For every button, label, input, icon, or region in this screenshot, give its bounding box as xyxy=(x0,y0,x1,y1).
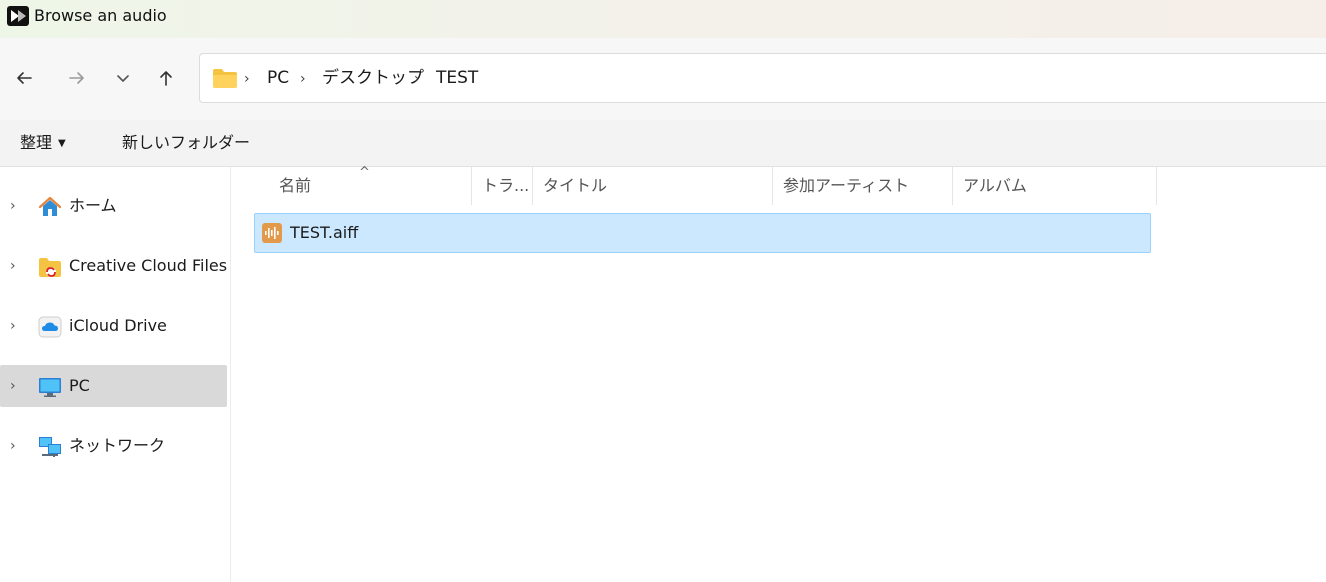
sort-ascending-icon: ^ xyxy=(359,165,370,180)
organize-button[interactable]: 整理 ▼ xyxy=(20,132,66,157)
column-header-label: アルバム xyxy=(963,176,1027,195)
address-bar[interactable]: › PC › デスクトップ › TEST xyxy=(199,53,1326,103)
forward-icon xyxy=(69,72,84,84)
sidebar-item-pc[interactable]: › PC xyxy=(0,365,227,407)
breadcrumb-item-desktop[interactable]: デスクトップ xyxy=(322,67,424,89)
window-title: Browse an audio xyxy=(34,6,167,25)
back-icon xyxy=(17,72,32,84)
expand-chevron-icon[interactable]: › xyxy=(10,315,22,337)
expand-chevron-icon[interactable]: › xyxy=(10,255,22,277)
sidebar-item-network[interactable]: › ネットワーク xyxy=(0,425,227,467)
up-button[interactable] xyxy=(153,65,179,91)
creative-cloud-folder-icon xyxy=(39,258,61,277)
expand-chevron-icon[interactable]: › xyxy=(10,195,22,217)
file-name: TEST.aiff xyxy=(290,223,359,242)
expand-chevron-icon[interactable]: › xyxy=(10,435,22,457)
breadcrumb-separator: › xyxy=(244,71,250,87)
navigation-bar: › PC › デスクトップ › TEST xyxy=(0,38,1326,120)
file-list: 名前 ^ トラ... タイトル 参加アーティスト アルバム TEST.aiff xyxy=(231,165,1326,582)
sidebar-item-label: PC xyxy=(69,376,90,395)
back-button[interactable] xyxy=(11,65,37,91)
home-icon xyxy=(38,196,62,216)
sidebar-item-label: Creative Cloud Files xyxy=(69,256,228,275)
network-icon xyxy=(39,437,61,457)
app-logo-icon xyxy=(7,6,29,26)
dropdown-caret-icon: ▼ xyxy=(58,138,66,149)
breadcrumb-item-pc[interactable]: PC xyxy=(267,67,289,89)
column-header-label: トラ... xyxy=(482,176,530,195)
forward-button[interactable] xyxy=(64,65,90,91)
new-folder-button[interactable]: 新しいフォルダー xyxy=(122,132,250,154)
sidebar-item-label: ホーム xyxy=(69,196,117,215)
breadcrumb-separator: › xyxy=(300,71,306,87)
sidebar-item-label: iCloud Drive xyxy=(69,316,167,335)
folder-icon xyxy=(213,69,237,88)
sidebar-item-label: ネットワーク xyxy=(69,436,166,455)
file-row[interactable]: TEST.aiff xyxy=(254,213,1151,253)
sidebar-item-icloud-drive[interactable]: › iCloud Drive xyxy=(0,305,227,347)
expand-chevron-icon[interactable]: › xyxy=(10,375,22,397)
column-header-label: タイトル xyxy=(543,176,608,195)
navigation-pane: › ホーム › Creative Cloud Files › iCloud Dr… xyxy=(0,167,231,582)
column-header-album[interactable]: アルバム xyxy=(953,167,1157,205)
column-header-label: 参加アーティスト xyxy=(783,176,910,195)
column-header-label: 名前 xyxy=(279,176,312,195)
organize-label: 整理 xyxy=(20,133,53,152)
column-header-title[interactable]: タイトル xyxy=(533,167,773,205)
column-header-contributing-artists[interactable]: 参加アーティスト xyxy=(773,167,953,205)
chevron-down-icon xyxy=(117,75,129,82)
command-bar: 整理 ▼ 新しいフォルダー xyxy=(0,120,1326,167)
up-icon xyxy=(160,71,172,86)
recent-locations-button[interactable] xyxy=(110,65,136,91)
breadcrumb-item-test[interactable]: TEST xyxy=(436,67,478,89)
title-bar: Browse an audio xyxy=(0,0,1326,38)
sidebar-item-home[interactable]: › ホーム xyxy=(0,185,227,227)
monitor-icon xyxy=(39,378,61,397)
sidebar-item-creative-cloud-files[interactable]: › Creative Cloud Files xyxy=(0,245,227,287)
column-header-name[interactable]: 名前 ^ xyxy=(269,165,472,205)
column-header-track[interactable]: トラ... xyxy=(472,167,533,205)
audio-file-icon xyxy=(262,223,282,243)
icloud-icon xyxy=(38,316,62,338)
breadcrumb-separator: › xyxy=(414,71,420,87)
